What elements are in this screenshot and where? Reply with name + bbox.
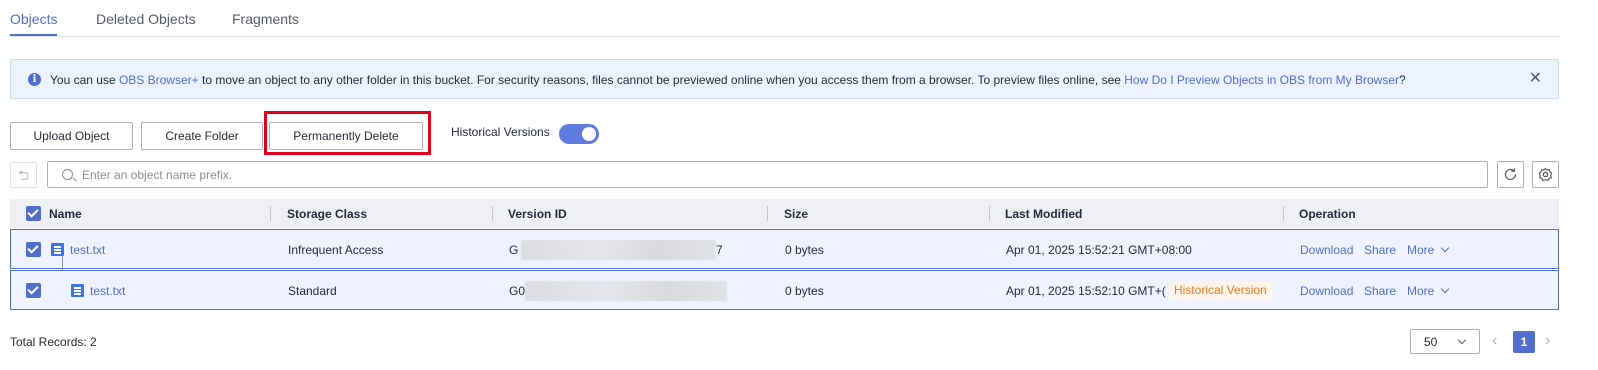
page-size-select[interactable]: 50 — [1410, 329, 1480, 354]
redacted-version-id — [521, 240, 716, 260]
table-row[interactable]: test.txt Infrequent Access G 7 0 bytes A… — [10, 229, 1559, 269]
more-dropdown[interactable]: More — [1407, 243, 1450, 257]
row-checkbox[interactable] — [26, 242, 41, 257]
download-link[interactable]: Download — [1300, 284, 1353, 298]
page-number-current[interactable]: 1 — [1513, 331, 1535, 353]
toggle-knob — [582, 127, 596, 141]
total-records: Total Records: 2 — [10, 335, 97, 349]
file-icon — [71, 284, 84, 297]
more-label: More — [1407, 284, 1435, 298]
storage-class-cell: Infrequent Access — [288, 243, 384, 257]
table-header: Name Storage Class Version ID Size Last … — [10, 199, 1559, 228]
select-all-checkbox[interactable] — [26, 206, 41, 221]
info-banner: i You can use OBS Browser+ to move an ob… — [10, 59, 1559, 99]
banner-text-part: You can use — [50, 73, 119, 87]
refresh-button[interactable] — [1497, 161, 1524, 188]
row-checkbox[interactable] — [26, 283, 41, 298]
tab-bar: Objects Deleted Objects Fragments — [10, 0, 1560, 37]
column-header-version-id[interactable]: Version ID — [508, 207, 567, 221]
refresh-icon — [1504, 168, 1517, 181]
column-divider[interactable] — [270, 206, 271, 221]
create-folder-button[interactable]: Create Folder — [141, 122, 263, 150]
chevron-down-icon — [1441, 243, 1450, 253]
next-page-icon[interactable]: › — [1545, 331, 1550, 351]
historical-version-badge: Historical Version — [1169, 281, 1272, 300]
share-link[interactable]: Share — [1364, 284, 1396, 298]
version-id-prefix: G — [509, 243, 519, 257]
search-icon — [62, 169, 73, 180]
upload-object-button[interactable]: Upload Object — [10, 122, 133, 150]
more-dropdown[interactable]: More — [1407, 284, 1450, 298]
redacted-version-id — [525, 281, 727, 301]
more-label: More — [1407, 243, 1435, 257]
column-header-last-modified[interactable]: Last Modified — [1005, 207, 1082, 221]
column-header-operation: Operation — [1299, 207, 1356, 221]
search-box — [47, 161, 1488, 188]
active-tab-indicator — [10, 34, 57, 36]
close-icon[interactable]: ✕ — [1529, 71, 1542, 87]
column-divider[interactable] — [492, 206, 493, 221]
column-header-storage-class[interactable]: Storage Class — [287, 207, 367, 221]
historical-versions-label: Historical Versions — [451, 125, 550, 139]
chevron-down-icon — [1457, 335, 1467, 345]
version-id-prefix: G0 — [509, 284, 526, 298]
column-divider[interactable] — [989, 206, 990, 221]
object-name-link[interactable]: test.txt — [90, 284, 125, 298]
search-input[interactable] — [82, 165, 1462, 185]
column-header-size[interactable]: Size — [784, 207, 808, 221]
back-arrow-icon[interactable]: ⮌ — [10, 162, 37, 188]
last-modified-cell: Apr 01, 2025 15:52:10 GMT+( — [1006, 284, 1166, 298]
column-divider[interactable] — [767, 206, 768, 221]
banner-text-part: to move an object to any other folder in… — [198, 73, 1125, 87]
column-divider[interactable] — [1283, 206, 1284, 221]
historical-versions-toggle[interactable] — [559, 124, 599, 144]
table-row[interactable]: test.txt Standard G0 0 bytes Apr 01, 202… — [10, 270, 1559, 310]
version-id-suffix: 7 — [716, 243, 723, 257]
tab-objects[interactable]: Objects — [10, 11, 57, 27]
gear-icon — [1538, 167, 1553, 182]
highlight-annotation — [264, 111, 431, 155]
prev-page-icon[interactable]: ‹ — [1492, 331, 1497, 351]
settings-button[interactable] — [1532, 161, 1559, 188]
obs-browser-link[interactable]: OBS Browser+ — [119, 73, 199, 87]
last-modified-cell: Apr 01, 2025 15:52:21 GMT+08:00 — [1006, 243, 1192, 257]
tab-deleted-objects[interactable]: Deleted Objects — [96, 11, 196, 27]
preview-help-link[interactable]: How Do I Preview Objects in OBS from My … — [1124, 73, 1399, 87]
file-icon — [51, 243, 64, 256]
banner-message: You can use OBS Browser+ to move an obje… — [50, 73, 1406, 87]
column-header-name[interactable]: Name — [49, 207, 82, 221]
share-link[interactable]: Share — [1364, 243, 1396, 257]
info-icon: i — [28, 73, 41, 86]
size-cell: 0 bytes — [785, 284, 824, 298]
download-link[interactable]: Download — [1300, 243, 1353, 257]
tab-fragments[interactable]: Fragments — [232, 11, 299, 27]
object-name-link[interactable]: test.txt — [70, 243, 105, 257]
banner-text-part: ? — [1398, 73, 1406, 87]
page-size-value: 50 — [1424, 335, 1438, 349]
size-cell: 0 bytes — [785, 243, 824, 257]
chevron-down-icon — [1441, 284, 1450, 294]
storage-class-cell: Standard — [288, 284, 337, 298]
